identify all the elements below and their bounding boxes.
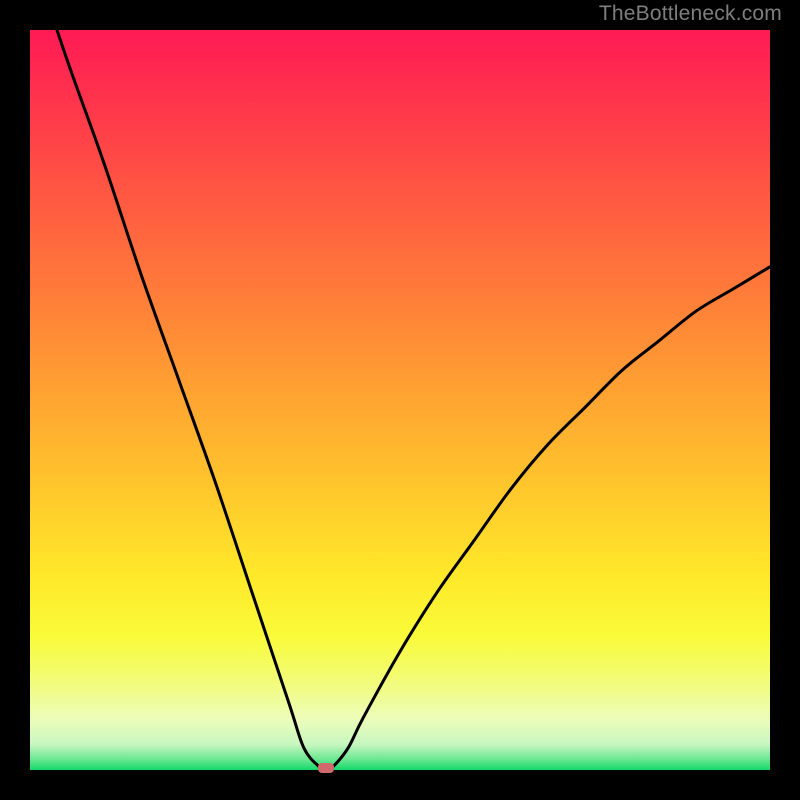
attribution-label: TheBottleneck.com <box>599 2 782 26</box>
minimum-marker <box>318 763 334 773</box>
chart-container: TheBottleneck.com <box>0 0 800 800</box>
chart-svg <box>0 0 800 800</box>
plot-area <box>30 30 770 770</box>
